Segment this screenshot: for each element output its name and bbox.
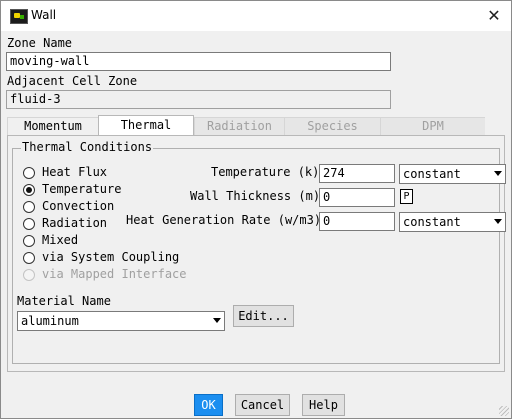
tab-thermal[interactable]: Thermal xyxy=(98,115,194,136)
heat-generation-method-select[interactable]: constant xyxy=(399,212,506,232)
fluent-app-icon xyxy=(10,9,28,24)
system-coupling-label: via System Coupling xyxy=(42,250,180,264)
radiation-radio[interactable] xyxy=(23,218,35,230)
chevron-down-icon xyxy=(494,171,502,176)
heat-flux-radio[interactable] xyxy=(23,167,35,179)
chevron-down-icon xyxy=(213,318,221,323)
zone-name-input[interactable]: moving-wall xyxy=(6,52,391,71)
convection-radio[interactable] xyxy=(23,201,35,213)
adjacent-cell-zone-label: Adjacent Cell Zone xyxy=(7,74,138,88)
wall-thickness-label: Wall Thickness (m) xyxy=(190,189,321,203)
tab-dpm[interactable]: DPM xyxy=(380,117,485,135)
ok-button[interactable]: OK xyxy=(194,394,223,416)
zone-name-label: Zone Name xyxy=(7,36,73,50)
wall-thickness-parameter-button[interactable]: P xyxy=(400,189,413,204)
thermal-panel: Thermal Conditions Heat Flux Temperature… xyxy=(7,135,506,372)
thermal-conditions-title: Thermal Conditions xyxy=(21,140,154,154)
convection-label: Convection xyxy=(42,199,115,213)
help-button[interactable]: Help xyxy=(302,394,345,416)
heat-generation-label: Heat Generation Rate (w/m3) xyxy=(126,213,322,227)
material-name-label: Material Name xyxy=(17,294,111,308)
heat-generation-method-value: constant xyxy=(403,215,461,229)
material-select[interactable]: aluminum xyxy=(17,311,225,331)
temperature-method-value: constant xyxy=(403,167,461,181)
mixed-label: Mixed xyxy=(42,233,79,247)
thermal-conditions-group: Thermal Conditions Heat Flux Temperature… xyxy=(12,140,506,364)
temperature-label: Temperature (k) xyxy=(211,165,320,179)
system-coupling-radio[interactable] xyxy=(23,252,35,264)
radiation-label: Radiation xyxy=(42,216,108,230)
chevron-down-icon xyxy=(494,219,502,224)
material-value: aluminum xyxy=(21,314,79,328)
edit-material-button[interactable]: Edit... xyxy=(233,305,294,327)
tab-bar: Momentum Thermal Radiation Species DPM xyxy=(7,115,485,136)
resize-grip-icon[interactable] xyxy=(499,406,509,416)
tab-momentum[interactable]: Momentum xyxy=(7,117,98,135)
temperature-method-select[interactable]: constant xyxy=(399,164,506,184)
tab-radiation[interactable]: Radiation xyxy=(194,117,284,135)
wall-dialog: Wall ✕ Zone Name moving-wall Adjacent Ce… xyxy=(0,0,512,419)
temperature-option-label: Temperature xyxy=(42,182,122,196)
mapped-interface-radio xyxy=(23,269,35,281)
heat-flux-label: Heat Flux xyxy=(42,165,108,179)
window-title: Wall xyxy=(31,8,57,22)
heat-generation-input[interactable]: 0 xyxy=(319,212,395,231)
tab-species[interactable]: Species xyxy=(284,117,380,135)
mixed-radio[interactable] xyxy=(23,235,35,247)
temperature-radio[interactable] xyxy=(23,184,35,196)
cancel-button[interactable]: Cancel xyxy=(235,394,290,416)
title-bar[interactable]: Wall ✕ xyxy=(1,1,511,31)
close-icon[interactable]: ✕ xyxy=(477,1,511,31)
temperature-input[interactable]: 274 xyxy=(319,164,395,183)
adjacent-cell-zone-field: fluid-3 xyxy=(6,90,391,109)
mapped-interface-label: via Mapped Interface xyxy=(42,267,187,281)
wall-thickness-input[interactable]: 0 xyxy=(319,188,395,207)
